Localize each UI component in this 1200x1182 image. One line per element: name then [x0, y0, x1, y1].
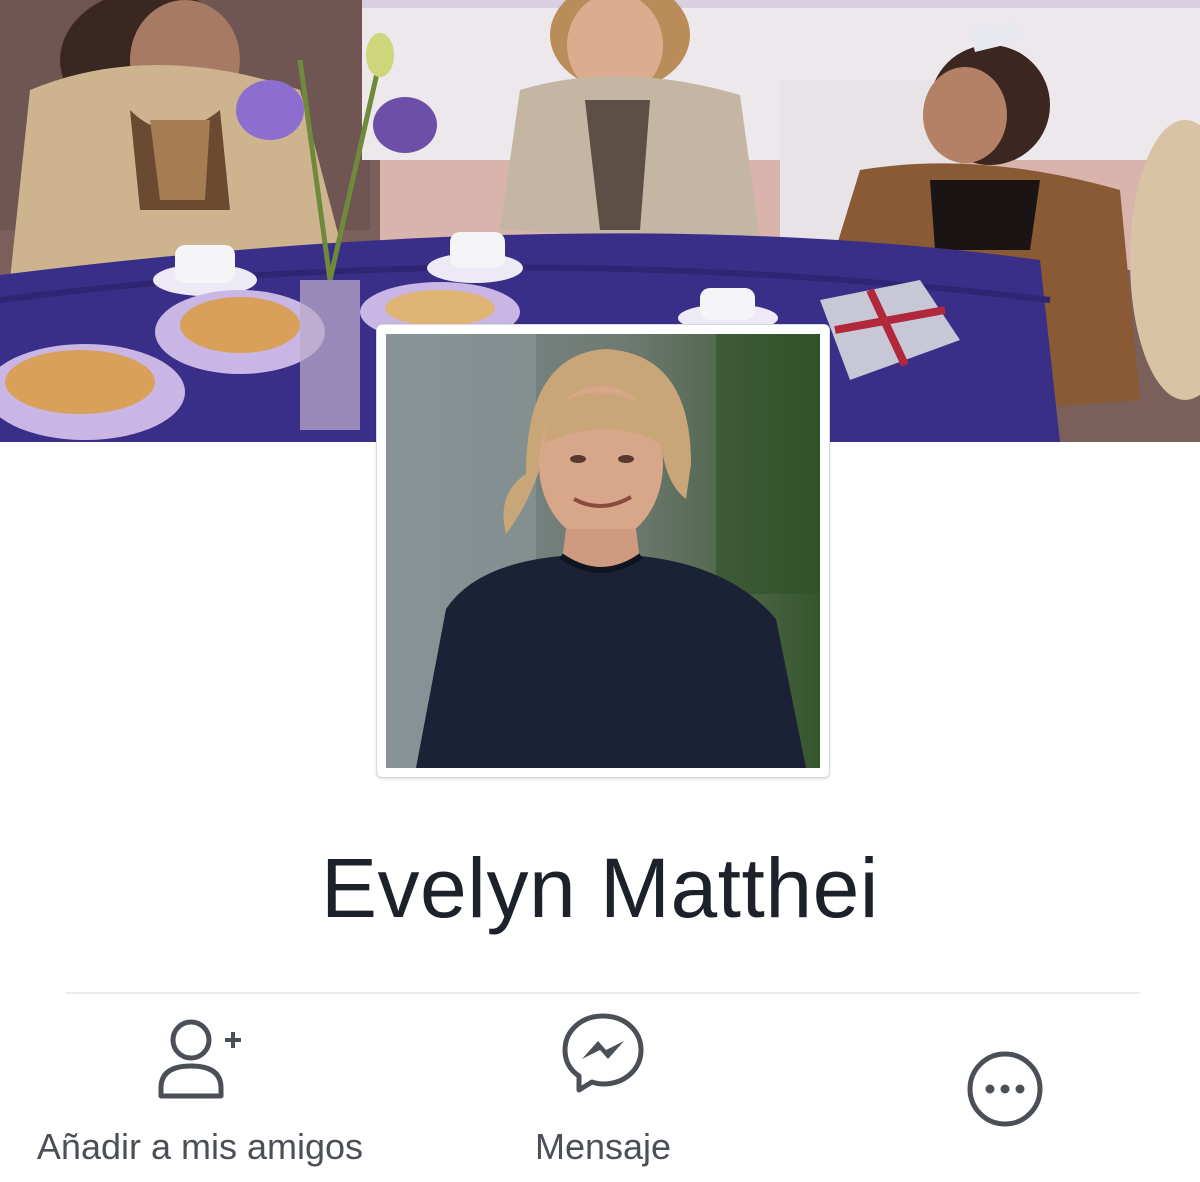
profile-name: Evelyn Matthei: [321, 841, 879, 935]
add-friend-button[interactable]: Añadir a mis amigos: [0, 1010, 400, 1169]
add-friend-label: Añadir a mis amigos: [36, 1126, 364, 1167]
message-label: Mensaje: [534, 1126, 672, 1167]
profile-picture[interactable]: [386, 334, 820, 768]
more-options-icon: [900, 1050, 1110, 1133]
profile-picture-image: [386, 334, 820, 768]
message-button[interactable]: Mensaje: [403, 1010, 803, 1169]
divider: [66, 992, 1140, 994]
add-friend-icon: [0, 1010, 400, 1107]
more-options-button[interactable]: [900, 1050, 1110, 1133]
messenger-icon: [403, 1010, 803, 1101]
profile-picture-frame[interactable]: [376, 324, 830, 778]
